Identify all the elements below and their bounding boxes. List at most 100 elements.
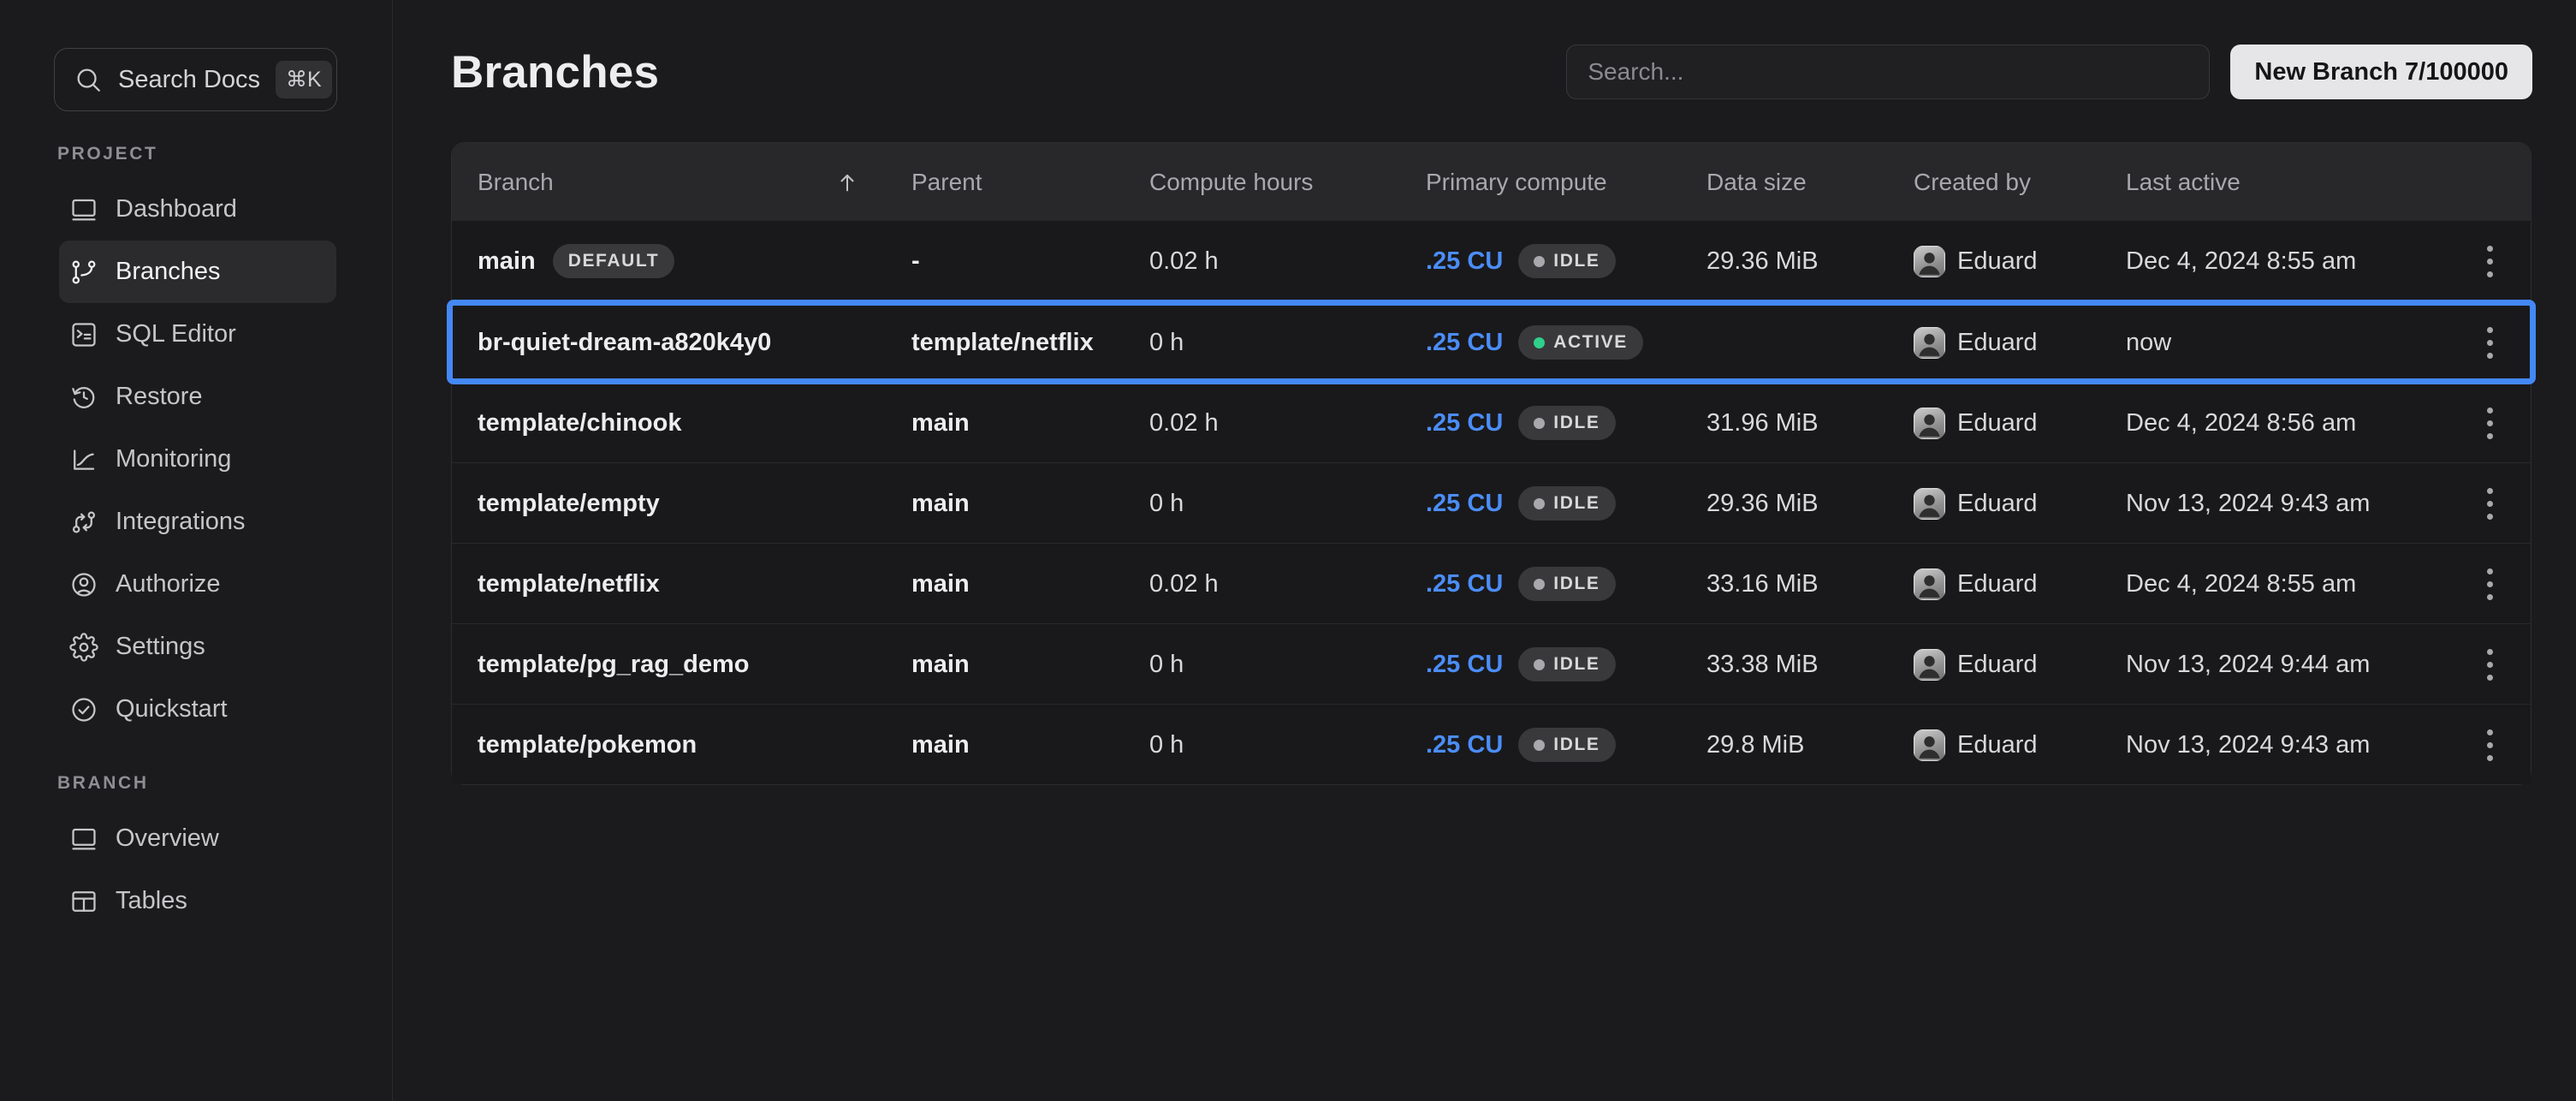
main-content: Branches New Branch 7/100000 BranchParen… xyxy=(393,0,2576,1101)
row-menu-button[interactable] xyxy=(2448,705,2531,785)
sidebar-item-overview[interactable]: Overview xyxy=(59,807,336,870)
dashboard-icon xyxy=(69,195,98,224)
table-row[interactable]: template/chinookmain0.02 h.25 CUIDLE31.9… xyxy=(452,382,2531,462)
kebab-dot xyxy=(2487,568,2493,574)
last-active-cell: Nov 13, 2024 9:43 am xyxy=(2126,490,2448,518)
last-active-cell: Nov 13, 2024 9:43 am xyxy=(2126,731,2448,759)
compute-units: .25 CU xyxy=(1426,409,1503,437)
sidebar-item-settings[interactable]: Settings xyxy=(59,616,336,678)
sidebar-item-authorize[interactable]: Authorize xyxy=(59,553,336,616)
app-root: Search Docs ⌘K PROJECTDashboardBranchesS… xyxy=(0,0,2576,1101)
created-by-cell: Eduard xyxy=(1914,488,2126,520)
sidebar: Search Docs ⌘K PROJECTDashboardBranchesS… xyxy=(0,0,393,1101)
column-header-compute-hours[interactable]: Compute hours xyxy=(1149,169,1426,196)
row-menu-button[interactable] xyxy=(2448,221,2531,301)
status-dot xyxy=(1534,337,1545,348)
kebab-dot xyxy=(2487,675,2493,681)
row-menu-button[interactable] xyxy=(2448,544,2531,624)
compute-units: .25 CU xyxy=(1426,651,1503,679)
kebab-dot xyxy=(2487,420,2493,426)
data-size-cell: 29.8 MiB xyxy=(1706,731,1914,759)
default-badge: DEFAULT xyxy=(553,244,674,278)
branch-cell: br-quiet-dream-a820k4y0 xyxy=(452,329,911,357)
sidebar-item-label: Integrations xyxy=(116,508,246,536)
primary-compute-cell: .25 CUACTIVE xyxy=(1426,325,1706,360)
table-row[interactable]: template/emptymain0 h.25 CUIDLE29.36 MiB… xyxy=(452,462,2531,543)
row-menu-button[interactable] xyxy=(2448,624,2531,705)
kebab-dot xyxy=(2487,649,2493,655)
status-label: IDLE xyxy=(1553,654,1600,675)
status-badge: IDLE xyxy=(1518,244,1615,278)
branch-cell: mainDEFAULT xyxy=(452,244,911,278)
column-header-branch[interactable]: Branch xyxy=(452,169,911,196)
column-header-data-size[interactable]: Data size xyxy=(1706,169,1914,196)
sidebar-item-sql-editor[interactable]: SQL Editor xyxy=(59,303,336,366)
primary-compute-cell: .25 CUIDLE xyxy=(1426,567,1706,601)
sidebar-item-integrations[interactable]: Integrations xyxy=(59,491,336,553)
row-menu-button[interactable] xyxy=(2448,463,2531,544)
parent-cell: main xyxy=(911,490,1149,518)
column-header-parent[interactable]: Parent xyxy=(911,169,1149,196)
sidebar-item-branches[interactable]: Branches xyxy=(59,241,336,303)
kebab-dot xyxy=(2487,246,2493,252)
kebab-dot xyxy=(2487,729,2493,735)
branch-name: template/empty xyxy=(478,490,660,518)
table-row[interactable]: mainDEFAULT-0.02 h.25 CUIDLE29.36 MiBEdu… xyxy=(452,221,2531,301)
sidebar-item-label: Authorize xyxy=(116,570,221,598)
sidebar-item-restore[interactable]: Restore xyxy=(59,366,336,428)
created-by-cell: Eduard xyxy=(1914,408,2126,439)
parent-cell: template/netflix xyxy=(911,329,1149,357)
sidebar-item-tables[interactable]: Tables xyxy=(59,870,336,932)
created-by-cell: Eduard xyxy=(1914,649,2126,681)
sidebar-item-dashboard[interactable]: Dashboard xyxy=(59,178,336,241)
sidebar-item-quickstart[interactable]: Quickstart xyxy=(59,678,336,741)
sidebar-item-label: Tables xyxy=(116,887,187,915)
parent-cell: main xyxy=(911,731,1149,759)
parent-cell: - xyxy=(911,247,1149,276)
column-header-primary-compute[interactable]: Primary compute xyxy=(1426,169,1706,196)
branch-search-input[interactable] xyxy=(1566,45,2210,99)
parent-cell: main xyxy=(911,651,1149,679)
table-row[interactable]: template/pokemonmain0 h.25 CUIDLE29.8 Mi… xyxy=(452,704,2531,784)
primary-compute-cell: .25 CU IDLE xyxy=(1426,244,1706,278)
branch-name: template/pokemon xyxy=(478,731,697,759)
row-menu-button[interactable] xyxy=(2448,383,2531,463)
branch-name: template/chinook xyxy=(478,409,682,437)
branch-cell: template/pokemon xyxy=(452,731,911,759)
column-header-label: Created by xyxy=(1914,169,2031,196)
settings-icon xyxy=(69,633,98,662)
keyboard-shortcut-badge: ⌘K xyxy=(276,61,332,98)
page-title: Branches xyxy=(451,46,659,98)
table-row[interactable]: br-quiet-dream-a820k4y0template/netflix0… xyxy=(452,301,2531,382)
branch-cell: template/netflix xyxy=(452,570,911,598)
data-size-cell: 33.38 MiB xyxy=(1706,651,1914,679)
parent-name: main xyxy=(911,409,970,437)
parent-name: main xyxy=(911,490,970,518)
kebab-icon xyxy=(2487,408,2493,439)
column-header-last-active[interactable]: Last active xyxy=(2126,169,2448,196)
new-branch-button[interactable]: New Branch 7/100000 xyxy=(2230,45,2532,99)
search-docs-button[interactable]: Search Docs ⌘K xyxy=(54,48,337,111)
column-header-label: Last active xyxy=(2126,169,2241,196)
compute-units: .25 CU xyxy=(1426,247,1503,276)
compute-hours-cell: 0.02 h xyxy=(1149,409,1426,437)
row-menu-button[interactable] xyxy=(2448,302,2531,383)
parent-name: - xyxy=(911,247,920,276)
status-dot xyxy=(1534,740,1545,751)
column-header-created-by[interactable]: Created by xyxy=(1914,169,2126,196)
kebab-dot xyxy=(2487,488,2493,494)
status-label: IDLE xyxy=(1553,493,1600,514)
parent-name: main xyxy=(911,570,970,598)
kebab-dot xyxy=(2487,259,2493,265)
table-row[interactable]: template/pg_rag_demomain0 h.25 CUIDLE33.… xyxy=(452,623,2531,704)
kebab-dot xyxy=(2487,433,2493,439)
compute-units: .25 CU xyxy=(1426,490,1503,518)
kebab-dot xyxy=(2487,501,2493,507)
compute-hours-cell: 0 h xyxy=(1149,651,1426,679)
sidebar-item-monitoring[interactable]: Monitoring xyxy=(59,428,336,491)
column-header-label: Compute hours xyxy=(1149,169,1313,196)
table-row[interactable]: template/netflixmain0.02 h.25 CUIDLE33.1… xyxy=(452,543,2531,623)
branch-cell: template/empty xyxy=(452,490,911,518)
data-size-cell: 29.36 MiB xyxy=(1706,247,1914,276)
last-active-cell: now xyxy=(2126,329,2448,357)
